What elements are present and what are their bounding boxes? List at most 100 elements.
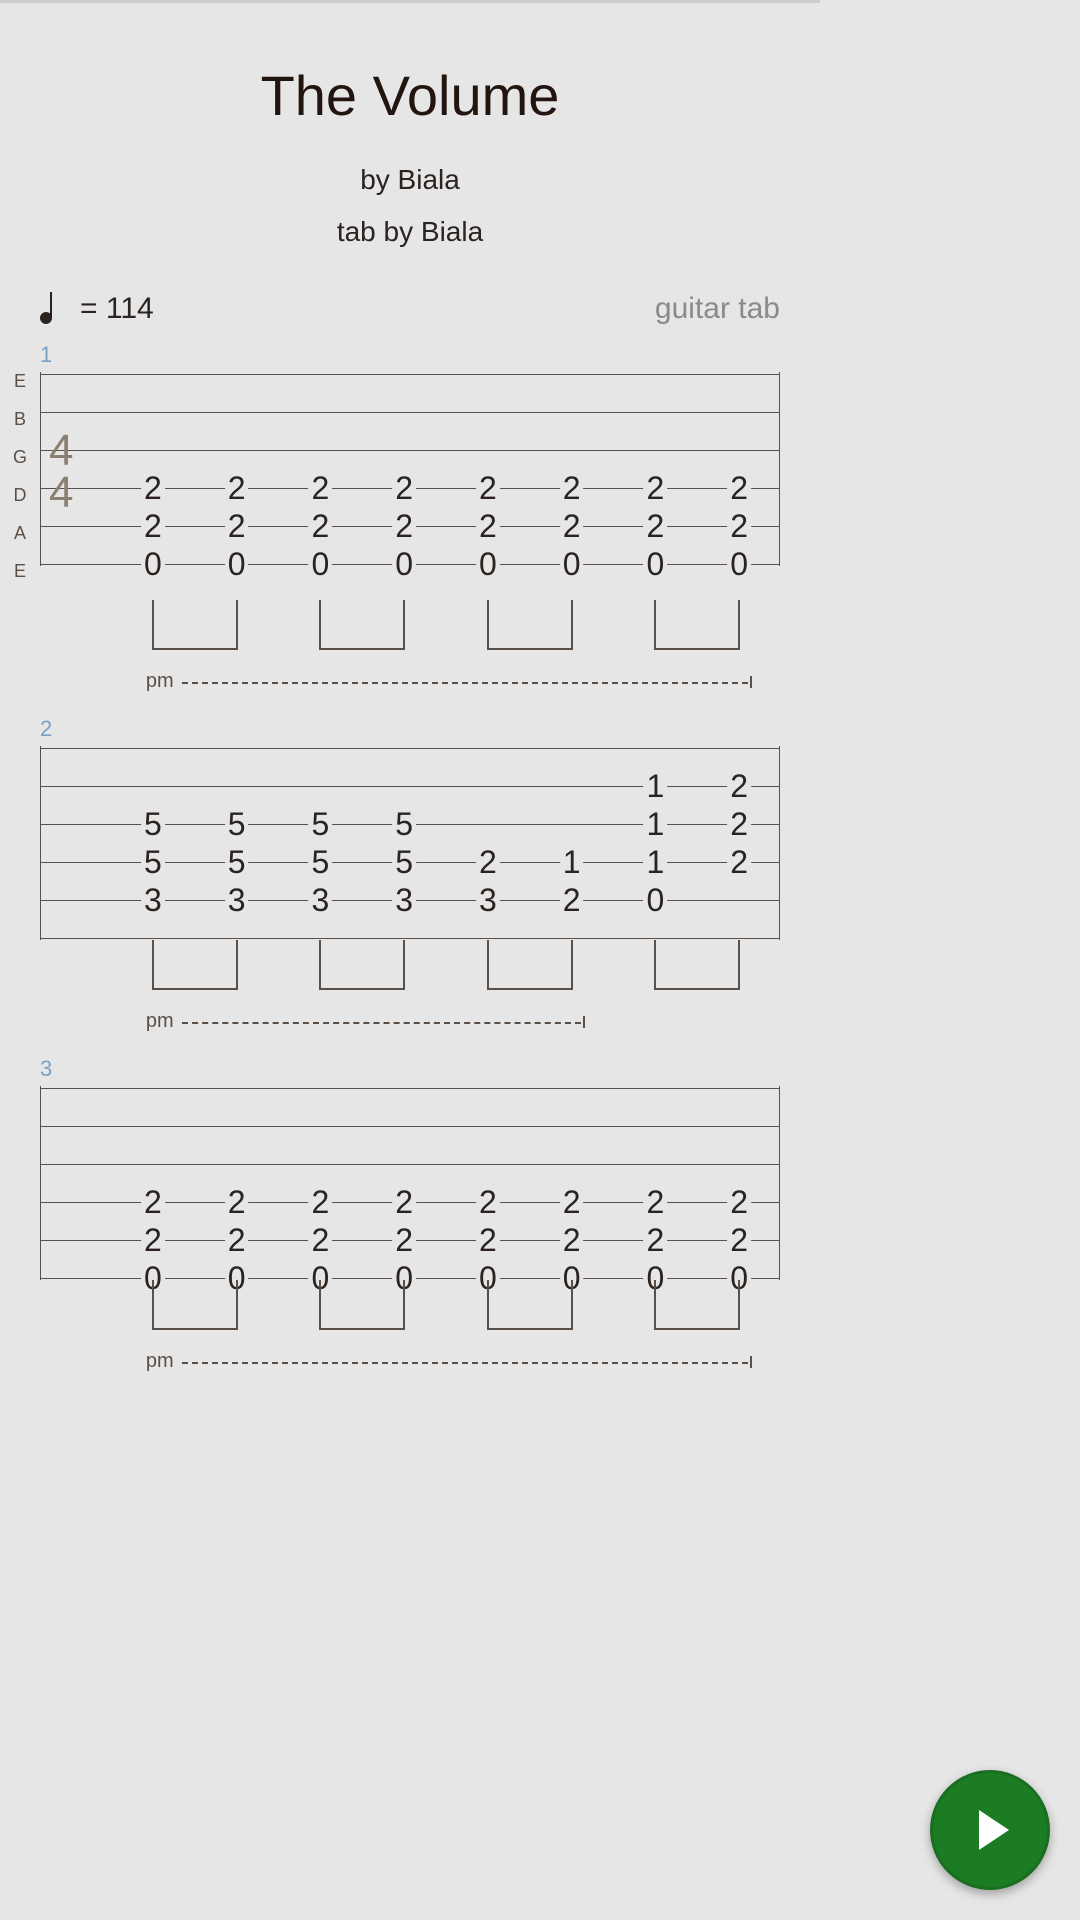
fret-number: 0: [476, 546, 500, 583]
fret-number: 0: [392, 546, 416, 583]
fret-number: 2: [643, 508, 667, 545]
fret-number: 2: [308, 470, 332, 507]
fret-number: 1: [643, 768, 667, 805]
fret-number: 2: [560, 1184, 584, 1221]
fret-number: 5: [141, 806, 165, 843]
fret-number: 5: [308, 844, 332, 881]
fret-number: 2: [727, 806, 751, 843]
fret-number: 2: [560, 1222, 584, 1259]
fret-number: 2: [643, 1222, 667, 1259]
string-label: A: [0, 514, 40, 552]
fret-number: 5: [392, 844, 416, 881]
time-signature: 44: [49, 430, 73, 514]
measure: 255355355355323121110222pm: [0, 716, 820, 1040]
fret-number: 2: [560, 508, 584, 545]
fret-number: 5: [225, 806, 249, 843]
play-button[interactable]: [930, 1770, 1050, 1890]
fret-number: 2: [727, 768, 751, 805]
fret-number: 2: [225, 1222, 249, 1259]
fret-number: 2: [141, 470, 165, 507]
fret-number: 2: [308, 1222, 332, 1259]
measure: 3 220220220220220220220220 pm: [0, 1056, 820, 1380]
fret-number: 2: [476, 844, 500, 881]
fret-number: 2: [727, 508, 751, 545]
staff[interactable]: 55355355355323121110222: [40, 746, 780, 940]
header: The Volume by Biala tab by Biala: [0, 3, 820, 248]
fret-number: 2: [225, 470, 249, 507]
fret-number: 5: [392, 806, 416, 843]
fret-number: 3: [141, 882, 165, 919]
fret-number: 2: [643, 1184, 667, 1221]
palm-mute-label: pm: [146, 670, 174, 693]
tempo: = 114: [40, 292, 154, 326]
fret-number: 3: [476, 882, 500, 919]
instrument-label: guitar tab: [655, 292, 780, 326]
tabber-line: tab by Biala: [0, 216, 820, 248]
string-label: G: [0, 438, 40, 476]
palm-mute-row: pm: [40, 1350, 780, 1380]
string-label: B: [0, 400, 40, 438]
palm-mute-row: pm: [40, 1010, 780, 1040]
fret-number: 3: [225, 882, 249, 919]
fret-number: 2: [476, 1222, 500, 1259]
fret-number: 5: [308, 806, 332, 843]
fret-number: 2: [727, 844, 751, 881]
rhythm-stems: [40, 1280, 780, 1350]
rhythm-stems: [40, 940, 780, 1010]
fret-number: 2: [225, 1184, 249, 1221]
fret-number: 5: [141, 844, 165, 881]
fret-number: 2: [476, 1184, 500, 1221]
fret-number: 2: [308, 1184, 332, 1221]
fret-number: 2: [727, 1184, 751, 1221]
measure-number: 2: [40, 716, 820, 742]
fret-number: 0: [225, 546, 249, 583]
staff[interactable]: 44220220220220220220220220: [40, 372, 780, 566]
fret-number: 2: [308, 508, 332, 545]
fret-number: 2: [476, 508, 500, 545]
fret-number: 2: [392, 1222, 416, 1259]
tempo-value: = 114: [80, 292, 154, 326]
fret-number: 2: [141, 1222, 165, 1259]
string-label: E: [0, 362, 40, 400]
staff[interactable]: 220220220220220220220220: [40, 1086, 780, 1280]
fret-number: 5: [225, 844, 249, 881]
fret-number: 2: [560, 470, 584, 507]
palm-mute-label: pm: [146, 1010, 174, 1033]
fret-number: 0: [141, 546, 165, 583]
rhythm-stems: [40, 600, 780, 670]
fret-number: 2: [392, 470, 416, 507]
measure: 1EBGDAE44220220220220220220220220pm: [0, 342, 820, 700]
palm-mute-label: pm: [146, 1350, 174, 1373]
fret-number: 3: [308, 882, 332, 919]
fret-number: 2: [727, 1222, 751, 1259]
fret-number: 2: [225, 508, 249, 545]
string-labels: EBGDAE: [0, 372, 40, 600]
fret-number: 0: [308, 546, 332, 583]
measure-number: 3: [40, 1056, 820, 1082]
fret-number: 2: [141, 1184, 165, 1221]
fret-number: 0: [727, 546, 751, 583]
measure-number: 1: [40, 342, 820, 368]
fret-number: 1: [560, 844, 584, 881]
fret-number: 2: [476, 470, 500, 507]
fret-number: 1: [643, 844, 667, 881]
fret-number: 3: [392, 882, 416, 919]
string-label: D: [0, 476, 40, 514]
fret-number: 2: [392, 508, 416, 545]
fret-number: 2: [141, 508, 165, 545]
song-title: The Volume: [0, 63, 820, 128]
fret-number: 2: [727, 470, 751, 507]
play-icon: [979, 1810, 1009, 1850]
fret-number: 1: [643, 806, 667, 843]
palm-mute-row: pm: [40, 670, 780, 700]
fret-number: 0: [643, 882, 667, 919]
fret-number: 2: [560, 882, 584, 919]
fret-number: 0: [560, 546, 584, 583]
fret-number: 2: [643, 470, 667, 507]
quarter-note-icon: [40, 294, 62, 324]
artist-line: by Biala: [0, 164, 820, 196]
fret-number: 2: [392, 1184, 416, 1221]
string-label: E: [0, 552, 40, 590]
fret-number: 0: [643, 546, 667, 583]
info-row: = 114 guitar tab: [0, 248, 820, 326]
